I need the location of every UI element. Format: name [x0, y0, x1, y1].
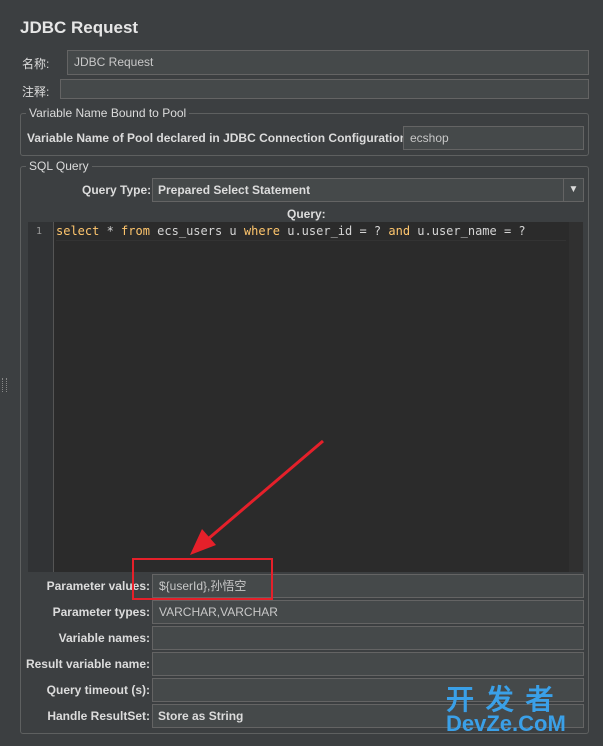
- pool-name-input[interactable]: ecshop: [403, 126, 584, 150]
- line-number-gutter: [28, 222, 54, 572]
- query-type-value: Prepared Select Statement: [158, 183, 311, 197]
- comment-input[interactable]: [60, 79, 589, 99]
- result-variable-name-input[interactable]: [152, 652, 584, 676]
- annotation-box: [132, 558, 273, 600]
- pool-label: Variable Name of Pool declared in JDBC C…: [27, 131, 412, 145]
- sql-token: ecs_users u: [149, 224, 244, 238]
- handle-resultset-value: Store as String: [158, 709, 244, 723]
- sql-code-line: select * from ecs_users u where u.user_i…: [56, 224, 526, 238]
- name-input[interactable]: JDBC Request: [67, 50, 589, 75]
- sql-keyword: and: [388, 224, 411, 238]
- query-timeout-label: Query timeout (s):: [46, 683, 150, 697]
- current-line-highlight: [56, 240, 566, 241]
- variable-names-label: Variable names:: [58, 631, 150, 645]
- handle-resultset-label: Handle ResultSet:: [47, 709, 150, 723]
- comment-label: 注释:: [22, 85, 50, 99]
- sql-keyword: where: [243, 224, 280, 238]
- annotation-arrow-icon: [190, 439, 324, 555]
- watermark-bottom: DevZe.CoM: [446, 711, 566, 736]
- editor-scrollbar[interactable]: [569, 222, 583, 572]
- sql-token: *: [99, 224, 122, 238]
- sql-keyword: from: [121, 224, 150, 238]
- splitter-grip-icon[interactable]: [2, 378, 7, 392]
- query-label: Query:: [287, 207, 326, 221]
- parameter-types-label: Parameter types:: [52, 605, 150, 619]
- query-type-select[interactable]: Prepared Select Statement ▼: [152, 178, 584, 202]
- sql-query-group-title: SQL Query: [26, 159, 92, 173]
- line-number: 1: [36, 226, 43, 237]
- sql-keyword: select: [56, 224, 100, 238]
- variable-names-input[interactable]: [152, 626, 584, 650]
- sql-token: u.user_name = ?: [410, 224, 526, 238]
- panel-title: JDBC Request: [20, 18, 139, 37]
- result-variable-name-label: Result variable name:: [25, 657, 150, 671]
- name-label: 名称:: [22, 57, 50, 71]
- chevron-down-icon[interactable]: ▼: [563, 179, 583, 201]
- query-type-label: Query Type:: [82, 183, 152, 197]
- sql-token: u.user_id = ?: [280, 224, 389, 238]
- pool-group-title: Variable Name Bound to Pool: [26, 106, 190, 120]
- parameter-types-input[interactable]: VARCHAR,VARCHAR: [152, 600, 584, 624]
